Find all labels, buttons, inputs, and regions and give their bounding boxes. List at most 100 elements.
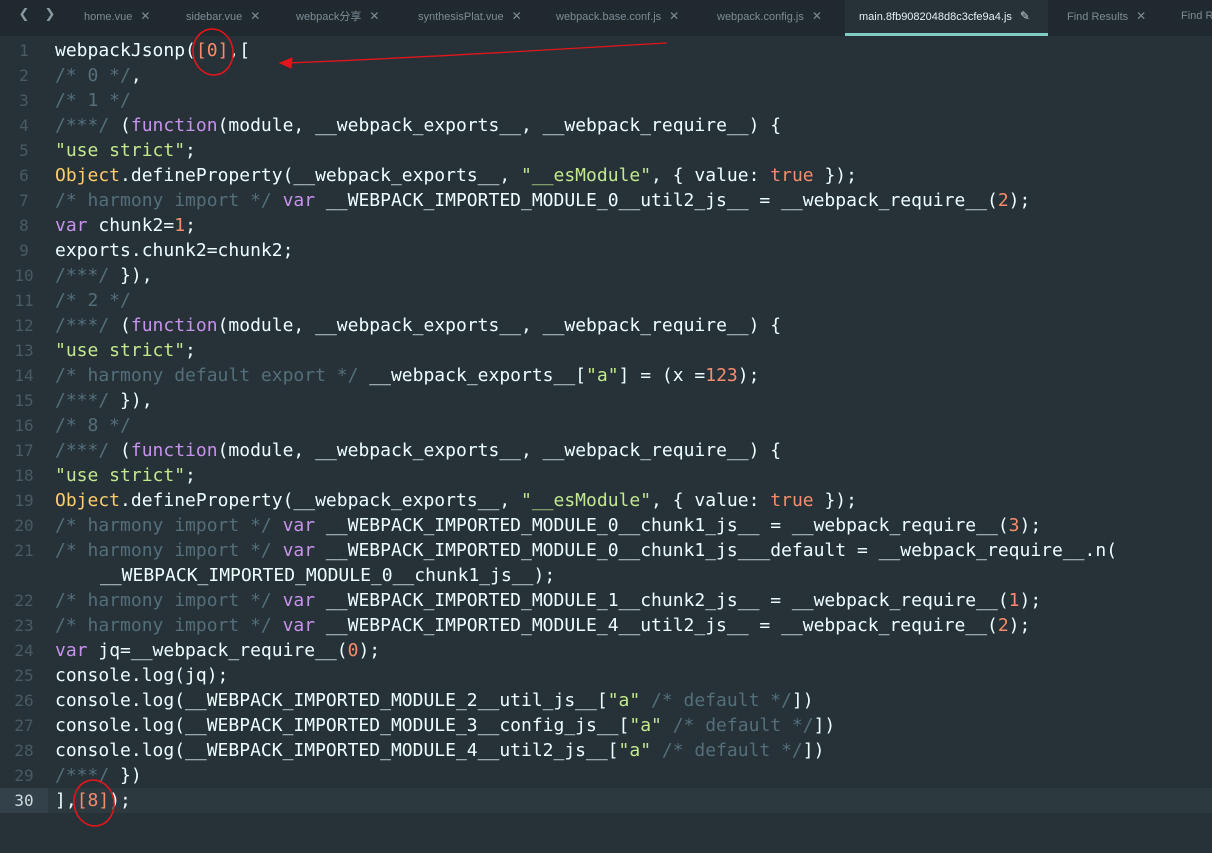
- code-comment: /* default */: [640, 690, 792, 711]
- tab-sidebar-vue[interactable]: sidebar.vue ✕: [172, 0, 280, 36]
- code-content: /* harmony import */ var __WEBPACK_IMPOR…: [55, 513, 1041, 538]
- code-number: 2: [997, 615, 1009, 636]
- close-tab-icon[interactable]: ✕: [1136, 0, 1146, 33]
- code-line[interactable]: 30],[8]);: [0, 788, 1212, 813]
- tab-webpack-base-conf-js[interactable]: webpack.base.conf.js ✕: [542, 0, 702, 36]
- code-line[interactable]: 7 /* harmony import */ var __WEBPACK_IMPO…: [0, 188, 1212, 213]
- code-line[interactable]: 14 /* harmony default export */ __webpack…: [0, 363, 1212, 388]
- code-text: jq=__webpack_require__(: [87, 640, 348, 661]
- code-comment: /* 0 */: [55, 65, 131, 86]
- code-line[interactable]: 23 /* harmony import */ var __WEBPACK_IMP…: [0, 613, 1212, 638]
- code-keyword: var: [282, 515, 316, 536]
- code-keyword: var: [282, 590, 316, 611]
- code-content: console.log(jq);: [55, 663, 228, 688]
- code-line[interactable]: 8 var chunk2=1;: [0, 213, 1212, 238]
- code-text: (: [120, 440, 131, 461]
- tab-home-vue[interactable]: home.vue ✕: [70, 0, 170, 36]
- tab-bar: ❮ ❯ home.vue ✕ sidebar.vue ✕ webpack分享 ✕ synth…: [0, 0, 1212, 36]
- code-content: exports.chunk2=chunk2;: [55, 238, 293, 263]
- code-text: );: [358, 640, 381, 661]
- line-number: 28: [14, 741, 34, 760]
- code-content: var jq=__webpack_require__(0);: [55, 638, 380, 663]
- code-content: /***/ }): [55, 763, 142, 788]
- tab-label: webpack分享: [296, 11, 362, 23]
- line-number: 5: [19, 141, 29, 160]
- line-number: 8: [19, 216, 29, 235]
- code-text: (module, __webpack_exports__, __webpack_…: [217, 315, 782, 336]
- back-arrow-icon[interactable]: ❮: [12, 3, 36, 27]
- code-line[interactable]: 26 console.log(__WEBPACK_IMPORTED_MODULE_…: [0, 688, 1212, 713]
- tab-webpack分享[interactable]: webpack分享 ✕: [282, 0, 402, 36]
- tab-synthesisplat-vue[interactable]: synthesisPlat.vue ✕: [404, 0, 540, 36]
- code-content: /* 1 */: [55, 88, 131, 113]
- tab-find-results[interactable]: Find Results ✕: [1053, 0, 1165, 36]
- code-object: Object: [55, 165, 121, 186]
- code-line[interactable]: 22 /* harmony import */ var __WEBPACK_IMP…: [0, 588, 1212, 613]
- code-line[interactable]: 20 /* harmony import */ var __WEBPACK_IMP…: [0, 513, 1212, 538]
- code-line[interactable]: 2 /* 0 */,: [0, 63, 1212, 88]
- line-number: 6: [19, 166, 29, 185]
- code-text: webpackJsonp(: [55, 40, 196, 61]
- code-line[interactable]: 27 console.log(__WEBPACK_IMPORTED_MODULE_…: [0, 713, 1212, 738]
- code-editor[interactable]: 1 webpackJsonp([0],[2 /* 0 */, 3 /* 1 */ 4 /**…: [0, 36, 1212, 853]
- code-number: true: [770, 165, 814, 186]
- code-line[interactable]: 16 /* 8 */: [0, 413, 1212, 438]
- code-line[interactable]: 3 /* 1 */: [0, 88, 1212, 113]
- code-line[interactable]: 11 /* 2 */: [0, 288, 1212, 313]
- code-comment: /***/: [55, 115, 121, 136]
- tab-label: synthesisPlat.vue: [418, 11, 504, 23]
- code-content: /* harmony import */ var __WEBPACK_IMPOR…: [55, 538, 1117, 563]
- line-number: 29: [14, 766, 34, 785]
- code-text: ] = (x =: [618, 365, 706, 386]
- code-text: chunk2=: [87, 215, 175, 236]
- code-content: "use strict";: [55, 463, 196, 488]
- code-string: "a": [607, 690, 641, 711]
- forward-arrow-icon[interactable]: ❯: [38, 3, 62, 27]
- code-string: "__esModule": [521, 490, 652, 511]
- close-tab-icon[interactable]: ✕: [369, 0, 379, 33]
- code-line-wrap[interactable]: __WEBPACK_IMPORTED_MODULE_0__chunk1_js__…: [0, 563, 1212, 588]
- code-line[interactable]: 9 exports.chunk2=chunk2;: [0, 238, 1212, 263]
- code-text: (module, __webpack_exports__, __webpack_…: [217, 115, 782, 136]
- code-content: "use strict";: [55, 138, 196, 163]
- code-line[interactable]: 19 Object.defineProperty(__webpack_export…: [0, 488, 1212, 513]
- code-line[interactable]: 18 "use strict";: [0, 463, 1212, 488]
- code-line[interactable]: 15 /***/ }),: [0, 388, 1212, 413]
- code-line[interactable]: 17 /***/ (function(module, __webpack_expo…: [0, 438, 1212, 463]
- code-line[interactable]: 4 /***/ (function(module, __webpack_expor…: [0, 113, 1212, 138]
- code-line[interactable]: 1 webpackJsonp([0],[: [0, 38, 1212, 63]
- code-line[interactable]: 28 console.log(__WEBPACK_IMPORTED_MODULE_…: [0, 738, 1212, 763]
- tab-find-results[interactable]: Find Results: [1167, 0, 1212, 36]
- code-line[interactable]: 29 /***/ }): [0, 763, 1212, 788]
- close-tab-icon[interactable]: ✕: [140, 0, 150, 33]
- code-comment: /* 8 */: [55, 415, 131, 436]
- code-text: ]): [791, 690, 814, 711]
- code-line[interactable]: 24 var jq=__webpack_require__(0);: [0, 638, 1212, 663]
- code-number: 123: [705, 365, 738, 386]
- code-line[interactable]: 10 /***/ }),: [0, 263, 1212, 288]
- close-tab-icon[interactable]: ✕: [669, 0, 679, 33]
- code-text: ;: [185, 340, 196, 361]
- code-line[interactable]: 13 "use strict";: [0, 338, 1212, 363]
- code-line[interactable]: 12 /***/ (function(module, __webpack_expo…: [0, 313, 1212, 338]
- tab-main-8fb9082048d8c3cfe9a4-js[interactable]: main.8fb9082048d8c3cfe9a4.js ✎: [845, 0, 1048, 36]
- line-number: 12: [14, 316, 34, 335]
- code-number: 0: [347, 640, 359, 661]
- code-content: /* harmony import */ var __WEBPACK_IMPOR…: [55, 588, 1041, 613]
- code-text: (: [120, 315, 131, 336]
- edit-pencil-icon[interactable]: ✎: [1020, 0, 1030, 33]
- code-number: 1: [174, 215, 186, 236]
- close-tab-icon[interactable]: ✕: [512, 0, 522, 33]
- code-string: "a": [586, 365, 619, 386]
- code-comment: /* harmony default export */: [55, 365, 370, 386]
- code-text: ;: [185, 140, 196, 161]
- tab-webpack-config-js[interactable]: webpack.config.js ✕: [703, 0, 843, 36]
- line-number: 4: [19, 116, 29, 135]
- close-tab-icon[interactable]: ✕: [812, 0, 822, 33]
- code-line[interactable]: 5 "use strict";: [0, 138, 1212, 163]
- code-line[interactable]: 21 /* harmony import */ var __WEBPACK_IMP…: [0, 538, 1212, 563]
- close-tab-icon[interactable]: ✕: [250, 0, 260, 33]
- code-line[interactable]: 25 console.log(jq);: [0, 663, 1212, 688]
- code-keyword: var: [282, 190, 316, 211]
- code-line[interactable]: 6 Object.defineProperty(__webpack_exports…: [0, 163, 1212, 188]
